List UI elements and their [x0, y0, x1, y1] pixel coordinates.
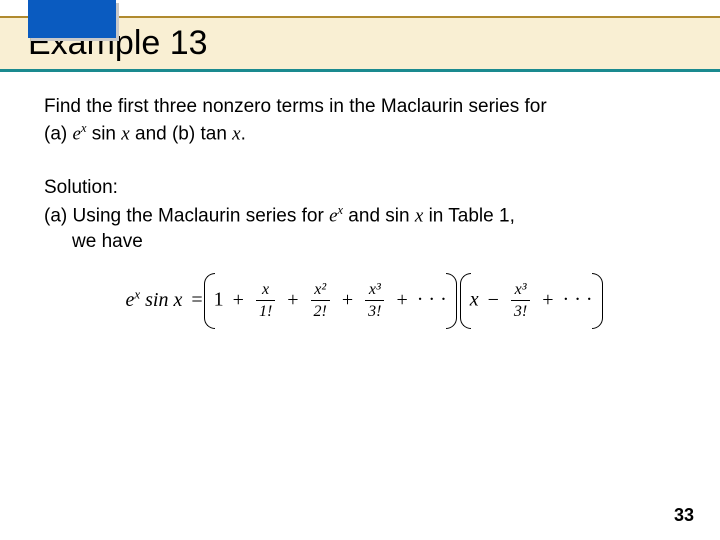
slide-header: Example 13	[0, 0, 720, 72]
slide-title: Example 13	[28, 24, 720, 63]
problem-line2-prefix: (a)	[44, 123, 73, 144]
problem-line2-end: .	[241, 123, 246, 144]
solution-body-a: (a) Using the Maclaurin series for ex an…	[44, 202, 676, 255]
sol-a-line2: we have	[44, 229, 676, 255]
slide-content: Find the first three nonzero terms in th…	[0, 72, 720, 323]
sol-a-suffix: in Table 1,	[423, 206, 515, 227]
eq-lhs: ex sin x	[125, 289, 187, 311]
accent-box	[28, 0, 116, 38]
teal-rule	[0, 69, 720, 72]
sol-a-prefix: (a) Using the Maclaurin series for	[44, 206, 329, 227]
eq-factor-2: x − x³3! + · · ·	[468, 279, 595, 323]
problem-statement: Find the first three nonzero terms in th…	[44, 94, 676, 147]
eq-equals: =	[191, 289, 202, 311]
problem-line1: Find the first three nonzero terms in th…	[44, 96, 547, 117]
equation: ex sin x = 1 + x1! + x²2! + x³3! + · · ·…	[44, 279, 676, 323]
solution-label: Solution:	[44, 175, 676, 201]
page-number: 33	[674, 505, 694, 526]
problem-line2-and: and (b) tan	[130, 123, 232, 144]
problem-line2-mid: sin	[86, 123, 121, 144]
eq-factor-1: 1 + x1! + x²2! + x³3! + · · ·	[212, 279, 449, 323]
sol-a-mid: and sin	[343, 206, 415, 227]
